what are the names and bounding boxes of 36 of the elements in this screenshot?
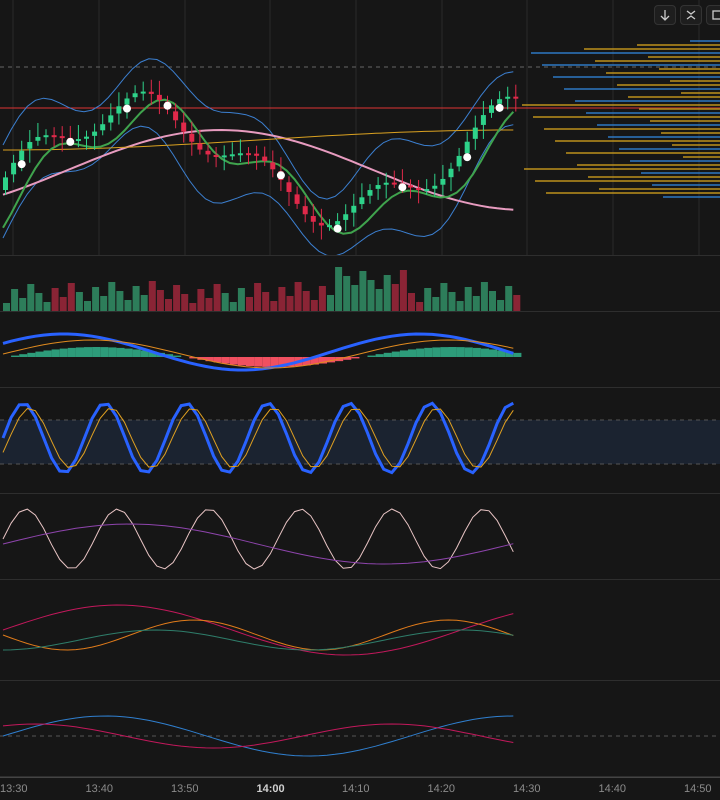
down-arrow-icon — [660, 9, 670, 21]
histogram-bar — [424, 348, 432, 357]
collapse-icon — [686, 9, 696, 21]
histogram-bar — [416, 348, 424, 357]
histogram-bar — [100, 347, 108, 357]
time-axis-label: 13:30 — [0, 783, 28, 795]
histogram-bar — [464, 347, 473, 357]
time-axis-label: 13:50 — [171, 783, 199, 795]
signal-dot — [123, 104, 131, 113]
time-axis-label: 14:10 — [342, 783, 370, 795]
histogram-bar — [92, 347, 100, 357]
time-axis-label: 14:50 — [684, 783, 712, 795]
signal-dot — [18, 160, 26, 168]
histogram-bar — [448, 347, 457, 357]
signal-dot — [496, 104, 504, 112]
collapse-button[interactable] — [680, 5, 702, 25]
scroll-down-button[interactable] — [654, 5, 676, 25]
histogram-bar — [456, 347, 465, 357]
signal-dot — [334, 224, 342, 233]
histogram-bar — [84, 347, 92, 357]
signal-dot — [276, 171, 285, 180]
histogram-bar — [254, 357, 262, 367]
signal-dot — [66, 138, 74, 146]
histogram-bar — [246, 357, 254, 366]
histogram-bar — [60, 348, 68, 357]
time-axis-label: 14:20 — [428, 783, 456, 795]
signal-dot — [398, 183, 406, 192]
histogram-bar — [262, 357, 270, 367]
histogram-bar — [124, 348, 133, 357]
time-axis-label: 14:00 — [256, 783, 285, 795]
signal-dot — [164, 102, 172, 110]
signal-dot — [463, 153, 472, 162]
time-axis-label: 14:30 — [513, 783, 541, 795]
window-icon — [712, 9, 720, 21]
time-axis-label: 14:40 — [598, 783, 626, 795]
time-axis-label: 13:40 — [86, 783, 114, 795]
